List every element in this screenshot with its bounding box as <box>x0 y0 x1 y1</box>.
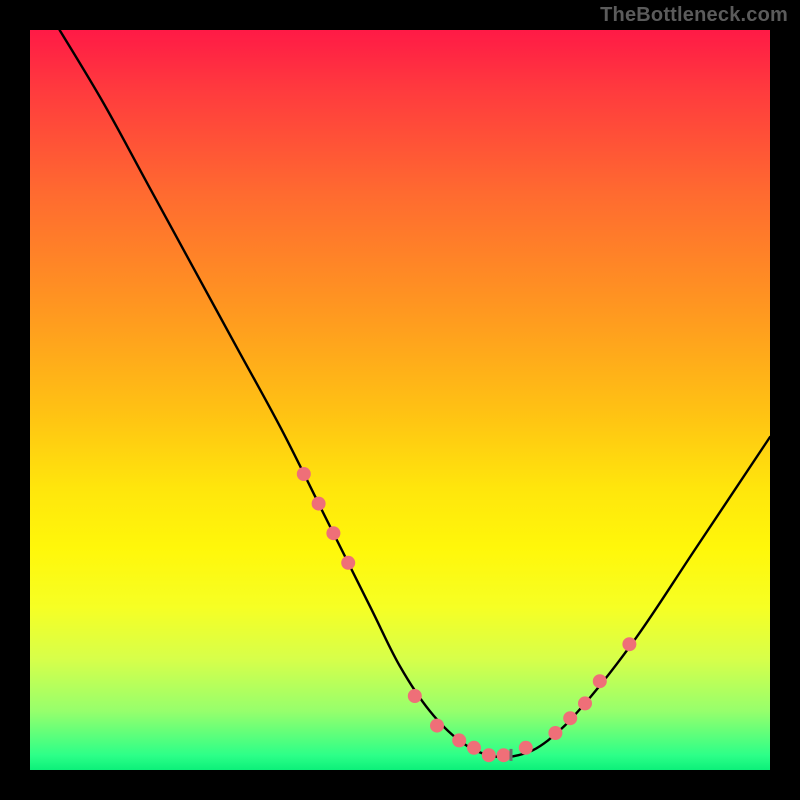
highlighted-points-group <box>297 467 637 762</box>
highlighted-point <box>578 696 592 710</box>
highlighted-point <box>452 733 466 747</box>
highlighted-point <box>482 748 496 762</box>
chart-svg <box>30 30 770 770</box>
plot-area <box>30 30 770 770</box>
highlighted-point <box>548 726 562 740</box>
watermark-text: TheBottleneck.com <box>600 4 788 27</box>
highlighted-point <box>430 719 444 733</box>
highlighted-point <box>519 741 533 755</box>
highlighted-point <box>326 526 340 540</box>
highlighted-point <box>297 467 311 481</box>
minimum-tick-mark <box>510 749 513 761</box>
highlighted-point <box>312 497 326 511</box>
highlighted-point <box>408 689 422 703</box>
highlighted-point <box>563 711 577 725</box>
bottleneck-curve-line <box>60 30 770 757</box>
highlighted-point <box>593 674 607 688</box>
highlighted-point <box>467 741 481 755</box>
highlighted-point <box>622 637 636 651</box>
chart-frame: TheBottleneck.com <box>0 0 800 800</box>
highlighted-point <box>341 556 355 570</box>
highlighted-point <box>497 748 511 762</box>
